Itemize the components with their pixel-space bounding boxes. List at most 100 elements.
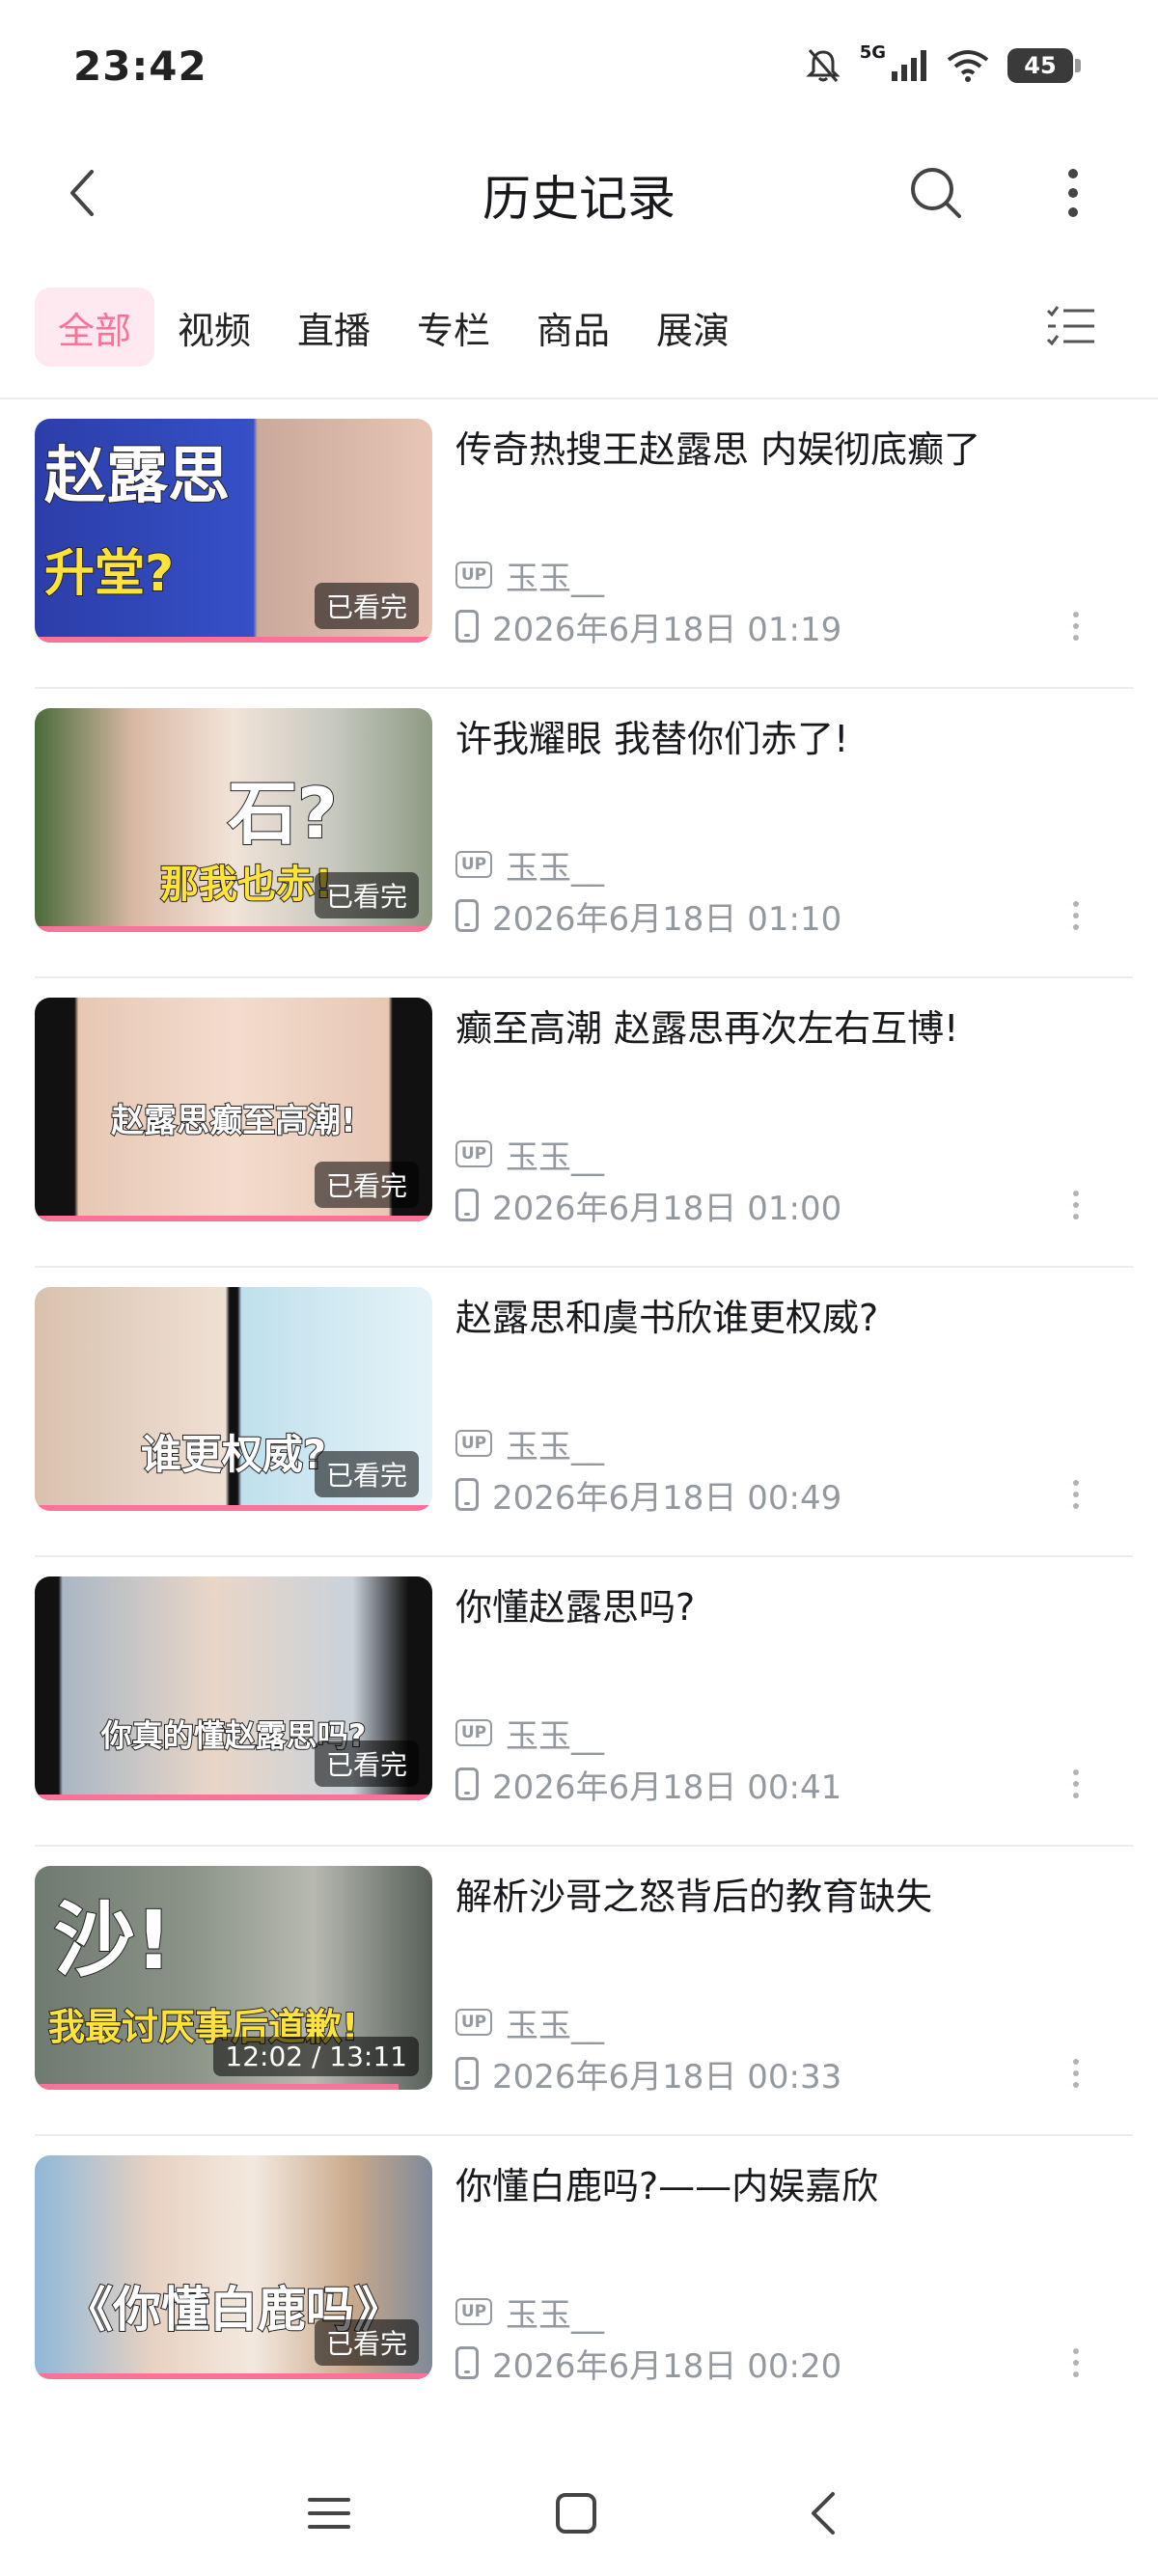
video-title[interactable]: 许我耀眼 我替你们赤了! [455, 714, 1121, 764]
watch-time: 2026年6月18日 00:33 [455, 2049, 841, 2097]
watch-time-text: 2026年6月18日 00:20 [492, 2346, 842, 2386]
tab-live[interactable]: 直播 [274, 288, 394, 367]
watch-time-text: 2026年6月18日 01:19 [492, 610, 842, 649]
video-title[interactable]: 解析沙哥之怒背后的教育缺失 [455, 1872, 1121, 1922]
history-item[interactable]: 赵露思癫至高潮! 已看完 癫至高潮 赵露思再次左右互博! UP 玉玉__ 202… [0, 978, 1158, 1268]
item-more-button[interactable] [1062, 602, 1090, 650]
network-label: 5G [859, 41, 886, 63]
uploader[interactable]: UP 玉玉__ [455, 2290, 604, 2335]
uploader-name: 玉玉__ [506, 2295, 604, 2335]
item-more-button[interactable] [1062, 891, 1090, 940]
watch-status-badge: 已看完 [314, 1162, 419, 1208]
history-item[interactable]: 赵露思 升堂? 已看完 传奇热搜王赵露思 内娱彻底癫了 UP 玉玉__ 2026… [0, 399, 1158, 689]
filter-button[interactable] [1042, 297, 1100, 355]
mute-bell-icon [804, 46, 842, 85]
video-thumbnail[interactable]: 你真的懂赵露思吗? 已看完 [35, 1576, 432, 1800]
signal-icon [890, 48, 928, 83]
video-thumbnail[interactable]: 赵露思 升堂? 已看完 [35, 419, 432, 643]
watch-time-text: 2026年6月18日 01:00 [492, 1189, 842, 1228]
status-icons: 5G 45 [804, 39, 1081, 93]
watch-status-badge: 已看完 [314, 872, 419, 918]
video-title[interactable]: 你懂白鹿吗?——内娱嘉欣 [455, 2161, 1121, 2211]
system-back-button[interactable] [780, 2470, 867, 2557]
app-header: 历史记录 [0, 135, 1158, 251]
battery-level: 45 [1007, 48, 1073, 83]
tab-goods[interactable]: 商品 [513, 288, 633, 367]
watch-progress-bar [35, 637, 432, 643]
recents-button[interactable] [286, 2470, 372, 2557]
watch-status-badge: 已看完 [314, 1451, 419, 1497]
video-thumbnail[interactable]: 《你懂白鹿吗》 已看完 [35, 2155, 432, 2379]
battery-icon: 45 [1007, 48, 1081, 83]
watch-status-badge: 已看完 [314, 1740, 419, 1787]
watch-progress-bar [35, 1795, 432, 1800]
phone-device-icon [455, 610, 479, 643]
home-square-icon [556, 2493, 596, 2534]
watch-time: 2026年6月18日 00:20 [455, 2339, 841, 2387]
history-item[interactable]: 石? 那我也赤! 已看完 许我耀眼 我替你们赤了! UP 玉玉__ 2026年6… [0, 689, 1158, 978]
up-badge-icon: UP [455, 1140, 492, 1167]
history-item[interactable]: 沙! 我最讨厌事后道歉! 12:02 / 13:11 解析沙哥之怒背后的教育缺失… [0, 1847, 1158, 2136]
watch-time: 2026年6月18日 01:00 [455, 1181, 841, 1229]
up-badge-icon: UP [455, 2298, 492, 2325]
up-badge-icon: UP [455, 851, 492, 878]
watch-time-text: 2026年6月18日 01:10 [492, 899, 842, 939]
tab-column[interactable]: 专栏 [394, 288, 513, 367]
uploader-name: 玉玉__ [506, 848, 604, 888]
watch-time: 2026年6月18日 00:41 [455, 1760, 841, 1808]
video-thumbnail[interactable]: 石? 那我也赤! 已看完 [35, 708, 432, 932]
system-nav-bar [0, 2451, 1158, 2576]
video-title[interactable]: 传奇热搜王赵露思 内娱彻底癫了 [455, 425, 1121, 475]
item-more-button[interactable] [1062, 2049, 1090, 2097]
up-badge-icon: UP [455, 1719, 492, 1746]
watch-status-badge: 已看完 [314, 2319, 419, 2366]
history-item[interactable]: 谁更权威? 已看完 赵露思和虞书欣谁更权威? UP 玉玉__ 2026年6月18… [0, 1268, 1158, 1557]
video-thumbnail[interactable]: 沙! 我最讨厌事后道歉! 12:02 / 13:11 [35, 1866, 432, 2090]
video-title[interactable]: 赵露思和虞书欣谁更权威? [455, 1293, 1121, 1343]
up-badge-icon: UP [455, 2009, 492, 2036]
video-title[interactable]: 你懂赵露思吗? [455, 1582, 1121, 1632]
tab-show[interactable]: 展演 [633, 288, 753, 367]
watch-time: 2026年6月18日 00:49 [455, 1470, 841, 1519]
uploader[interactable]: UP 玉玉__ [455, 554, 604, 598]
page-title: 历史记录 [482, 171, 676, 227]
uploader-name: 玉玉__ [506, 1716, 604, 1756]
uploader-name: 玉玉__ [506, 559, 604, 598]
tab-video[interactable]: 视频 [154, 288, 274, 367]
tab-all[interactable]: 全部 [35, 288, 155, 367]
watch-time: 2026年6月18日 01:19 [455, 602, 841, 650]
uploader[interactable]: UP 玉玉__ [455, 1712, 604, 1756]
video-thumbnail[interactable]: 谁更权威? 已看完 [35, 1287, 432, 1511]
watch-progress-bar [35, 1216, 432, 1221]
checklist-icon [1046, 306, 1094, 346]
video-title[interactable]: 癫至高潮 赵露思再次左右互博! [455, 1003, 1121, 1054]
uploader[interactable]: UP 玉玉__ [455, 843, 604, 888]
uploader-name: 玉玉__ [506, 1427, 604, 1466]
history-item[interactable]: 《你懂白鹿吗》 已看完 你懂白鹿吗?——内娱嘉欣 UP 玉玉__ 2026年6月… [0, 2136, 1158, 2425]
watch-time-text: 2026年6月18日 00:49 [492, 1478, 842, 1518]
playback-position-badge: 12:02 / 13:11 [213, 2037, 419, 2076]
uploader[interactable]: UP 玉玉__ [455, 1422, 604, 1466]
watch-time: 2026年6月18日 01:10 [455, 891, 841, 940]
item-more-button[interactable] [1062, 2339, 1090, 2387]
search-button[interactable] [897, 156, 975, 230]
watch-time-text: 2026年6月18日 00:33 [492, 2057, 842, 2096]
menu-icon [308, 2498, 350, 2529]
watch-progress-bar [35, 926, 432, 932]
more-options-button[interactable] [1044, 156, 1102, 230]
video-thumbnail[interactable]: 赵露思癫至高潮! 已看完 [35, 998, 432, 1221]
back-triangle-icon [812, 2492, 835, 2535]
search-icon [911, 168, 961, 218]
home-button[interactable] [533, 2470, 620, 2557]
phone-device-icon [455, 2346, 479, 2379]
status-time: 23:42 [73, 42, 207, 90]
item-more-button[interactable] [1062, 1470, 1090, 1519]
history-item[interactable]: 你真的懂赵露思吗? 已看完 你懂赵露思吗? UP 玉玉__ 2026年6月18日… [0, 1557, 1158, 1847]
uploader[interactable]: UP 玉玉__ [455, 2001, 604, 2045]
uploader[interactable]: UP 玉玉__ [455, 1133, 604, 1177]
item-more-button[interactable] [1062, 1181, 1090, 1229]
watch-time-text: 2026年6月18日 00:41 [492, 1768, 842, 1807]
uploader-name: 玉玉__ [506, 1137, 604, 1177]
up-badge-icon: UP [455, 1430, 492, 1457]
item-more-button[interactable] [1062, 1760, 1090, 1808]
